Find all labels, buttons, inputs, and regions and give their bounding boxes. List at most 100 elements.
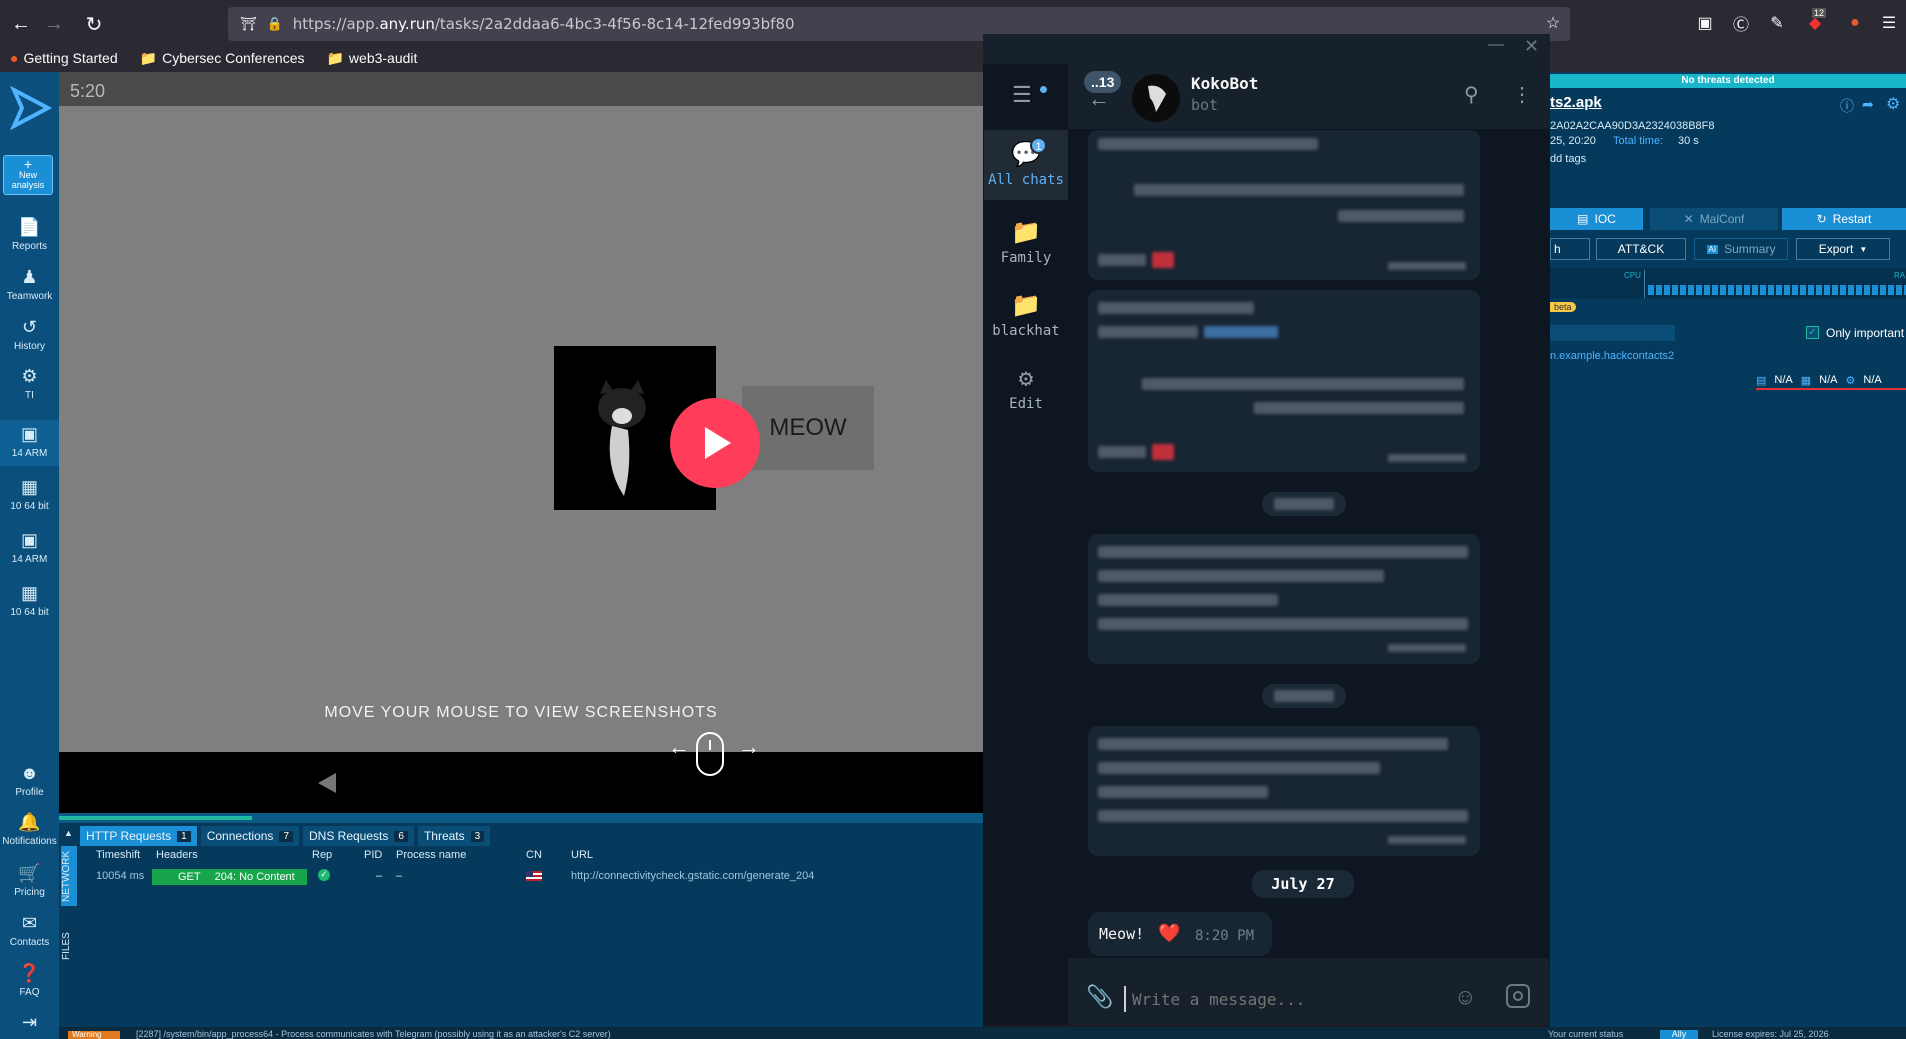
stat-value: N/A xyxy=(1863,374,1882,386)
sidebar-label: Reports xyxy=(11,241,47,252)
pocket-icon[interactable]: ▣ xyxy=(1694,12,1716,34)
folder-family[interactable]: 📁 Family xyxy=(984,218,1068,266)
sidebar-item-contacts[interactable]: ✉ Contacts xyxy=(0,913,59,948)
heart-emoji: ❤️ xyxy=(1158,923,1181,944)
sidebar-item-faq[interactable]: ❓ FAQ xyxy=(0,963,59,998)
firefox-account-icon[interactable]: ● xyxy=(1844,12,1866,34)
network-tabs: HTTP Requests 1 Connections 7 DNS Requests… xyxy=(80,826,494,846)
camera-icon[interactable] xyxy=(1506,984,1530,1008)
tab-count: 7 xyxy=(279,830,293,842)
message-bubble[interactable] xyxy=(1088,130,1480,280)
search-icon[interactable]: ⚲ xyxy=(1464,82,1479,107)
sidebar-item-profile[interactable]: ☻ Profile xyxy=(0,763,59,798)
tab-connections[interactable]: Connections 7 xyxy=(200,826,299,846)
bookmark-star-icon[interactable]: ☆ xyxy=(1542,12,1564,34)
folder-icon: 📁 xyxy=(1011,291,1041,319)
add-tags-link[interactable]: dd tags xyxy=(1550,153,1586,165)
message-bubble[interactable] xyxy=(1088,726,1480,856)
menu-icon[interactable]: ☰ xyxy=(1878,12,1900,34)
document-icon: 📄 xyxy=(18,217,41,237)
folder-all-chats[interactable]: 💬 All chats xyxy=(984,130,1068,200)
tab-dns-requests[interactable]: DNS Requests 6 xyxy=(303,826,414,846)
status-value-badge[interactable]: Ally xyxy=(1660,1030,1698,1039)
sidebar-item-android-1[interactable]: ▣ 14 ARM xyxy=(0,420,59,466)
tab-files[interactable]: FILES xyxy=(61,926,77,966)
meow-button[interactable]: MEOW xyxy=(742,386,874,470)
minimize-icon[interactable]: — xyxy=(1488,36,1504,54)
sidebar-item-notifications[interactable]: 🔔 Notifications xyxy=(0,812,59,847)
share-icon[interactable]: ➦ xyxy=(1862,96,1874,113)
ioc-button[interactable]: ▤ IOC xyxy=(1550,208,1643,230)
message-input[interactable] xyxy=(1124,986,1434,1012)
message-bubble[interactable] xyxy=(1088,534,1480,664)
new-analysis-button[interactable]: + New analysis xyxy=(3,155,53,195)
sidebar-item-windows-2[interactable]: ▦ 10 64 bit xyxy=(0,583,59,618)
folder-edit[interactable]: ⚙ Edit xyxy=(984,364,1068,412)
bookmark-getting-started[interactable]: ● Getting Started xyxy=(10,50,118,66)
anyrun-logo[interactable] xyxy=(8,85,53,131)
tab-count: 3 xyxy=(470,830,485,842)
chat-title[interactable]: KokoBot xyxy=(1191,74,1258,93)
menu-dot xyxy=(1040,86,1047,93)
forward-arrow-icon[interactable]: → xyxy=(42,12,66,36)
tab-graph-button[interactable]: h xyxy=(1550,238,1590,260)
info-icon[interactable]: ⓘ xyxy=(1840,96,1854,116)
sidebar-label: Pricing xyxy=(14,887,45,898)
back-arrow-icon[interactable]: ← xyxy=(9,12,33,36)
attck-button[interactable]: ATT&CK xyxy=(1596,238,1686,260)
android-back-icon[interactable] xyxy=(316,772,338,799)
sidebar-item-pricing[interactable]: 🛒 Pricing xyxy=(0,863,59,898)
attach-icon[interactable]: 📎 xyxy=(1086,984,1113,1010)
reload-icon[interactable]: ↻ xyxy=(82,12,106,36)
bookmark-cybersec[interactable]: 📁 Cybersec Conferences xyxy=(140,50,305,67)
sidebar-item-android-2[interactable]: ▣ 14 ARM xyxy=(0,530,59,565)
tab-threats[interactable]: Threats 3 xyxy=(417,826,491,846)
bookmark-label: Cybersec Conferences xyxy=(162,50,305,66)
collapse-icon[interactable]: ▲ xyxy=(64,828,73,838)
warning-text: [2287] /system/bin/app_process64 - Proce… xyxy=(136,1030,611,1039)
sidebar-item-teamwork[interactable]: ♟ Teamwork xyxy=(0,267,59,302)
malconf-button[interactable]: ✕ MalConf xyxy=(1650,208,1778,230)
row-process: – xyxy=(396,870,403,882)
emoji-icon[interactable]: ☺ xyxy=(1454,984,1476,1010)
sidebar-item-windows-1[interactable]: ▦ 10 64 bit xyxy=(0,477,59,512)
sidebar-item-reports[interactable]: 📄 Reports xyxy=(0,217,59,252)
tab-network[interactable]: NETWORK xyxy=(61,846,77,906)
bookmark-web3[interactable]: 📁 web3-audit xyxy=(326,50,417,67)
hamburger-menu-icon[interactable]: ☰ xyxy=(1012,82,1032,108)
file-icon: ▤ xyxy=(1756,374,1767,387)
arrow-left-icon: ← xyxy=(668,734,690,759)
process-filter-input[interactable] xyxy=(1550,325,1675,341)
play-icon[interactable] xyxy=(670,398,760,488)
lock-icon: 🔒 xyxy=(266,16,283,31)
close-icon[interactable]: ✕ xyxy=(1524,36,1539,57)
file-name[interactable]: ts2.apk xyxy=(1550,94,1602,111)
row-url: http://connectivitycheck.gstatic.com/gen… xyxy=(571,870,815,882)
col-cn: CN xyxy=(526,849,542,861)
settings-gear-icon[interactable]: ⚙ xyxy=(1886,94,1900,114)
sidebar-label: Profile xyxy=(15,787,44,798)
tab-http-requests[interactable]: HTTP Requests 1 xyxy=(80,826,197,846)
message-bubble-last[interactable]: Meow! ❤️ 8:20 PM xyxy=(1088,912,1272,956)
row-timeshift: 10054 ms xyxy=(96,870,145,882)
sidebar-item-history[interactable]: ↺ History xyxy=(0,317,59,352)
sidebar-item-logout[interactable]: ⇥ xyxy=(0,1012,59,1036)
message-bubble[interactable] xyxy=(1088,290,1480,472)
more-vertical-icon[interactable]: ⋮ xyxy=(1512,82,1532,107)
folder-icon: 📁 xyxy=(139,49,158,66)
export-button[interactable]: Export ▼ xyxy=(1796,238,1890,260)
process-name[interactable]: n.example.hackcontacts2 xyxy=(1550,350,1674,362)
only-important-checkbox[interactable]: ✓ xyxy=(1806,326,1819,339)
summary-button[interactable]: AI Summary xyxy=(1694,238,1788,260)
col-url: URL xyxy=(571,849,594,861)
folder-blackhat[interactable]: 📁 blackhat xyxy=(984,291,1068,339)
avatar[interactable] xyxy=(1132,74,1180,122)
extension-c-icon[interactable]: Ⓒ xyxy=(1730,12,1752,34)
ioc-icon: ▤ xyxy=(1577,212,1589,226)
cpu-bars xyxy=(1648,285,1906,295)
restart-button[interactable]: ↻ Restart xyxy=(1782,208,1906,230)
extensions-icon[interactable]: ✎ xyxy=(1766,12,1788,34)
restart-icon: ↻ xyxy=(1816,212,1827,226)
sidebar-item-ti[interactable]: ⚙ TI xyxy=(0,366,59,401)
beta-badge: beta xyxy=(1550,302,1576,312)
